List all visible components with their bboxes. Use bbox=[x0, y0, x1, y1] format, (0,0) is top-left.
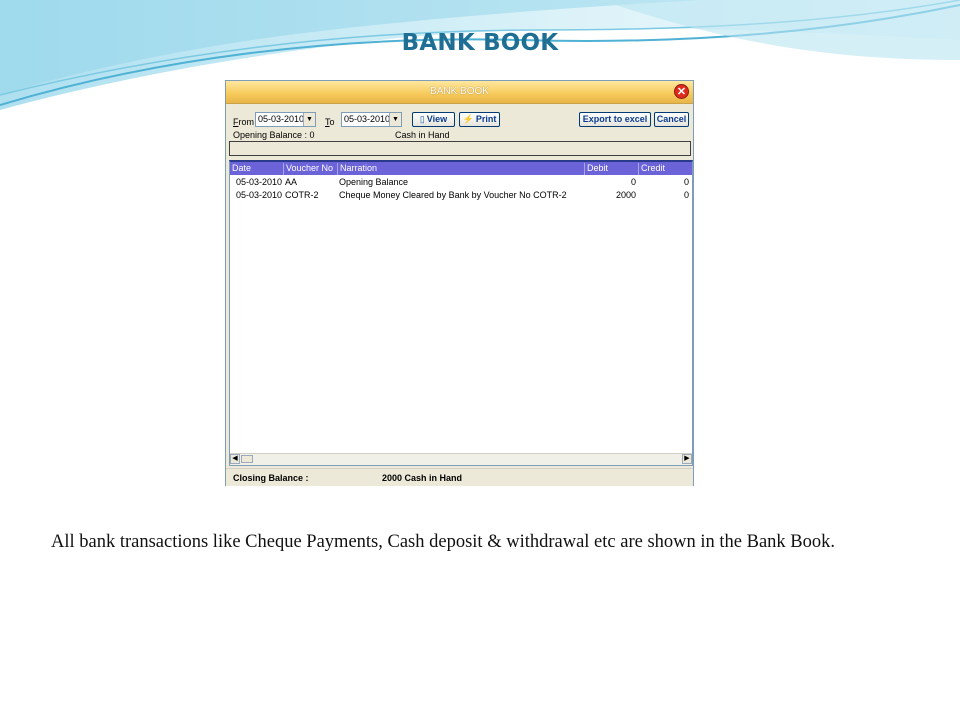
from-date-value: 05-03-2010 bbox=[258, 114, 305, 124]
cell-date: 05-03-2010 bbox=[236, 190, 283, 200]
cell-voucher: COTR-2 bbox=[285, 190, 319, 200]
chevron-down-icon[interactable]: ▼ bbox=[303, 113, 315, 126]
table-row[interactable]: 05-03-2010 COTR-2 Cheque Money Cleared b… bbox=[230, 189, 692, 202]
closing-balance-value: 2000 Cash in Hand bbox=[382, 473, 463, 483]
toolbar: From 05-03-2010 ▼ To 05-03-2010 ▼ ▯ View … bbox=[226, 103, 693, 143]
column-header-date[interactable]: Date bbox=[230, 163, 284, 175]
cash-in-hand-label: Cash in Hand bbox=[395, 130, 450, 140]
bank-book-window: BANK BOOK ✕ From 05-03-2010 ▼ To 05-03-2… bbox=[225, 80, 694, 486]
chevron-down-icon[interactable]: ▼ bbox=[389, 113, 401, 126]
cell-voucher: AA bbox=[285, 177, 298, 187]
to-label: To bbox=[325, 117, 335, 127]
opening-balance-label: Opening Balance : 0 bbox=[233, 130, 315, 140]
window-titlebar[interactable]: BANK BOOK ✕ bbox=[226, 81, 693, 104]
cell-narration: Opening Balance bbox=[339, 177, 409, 187]
status-bar: Closing Balance : 2000 Cash in Hand bbox=[226, 468, 693, 486]
print-button[interactable]: ⚡ Print bbox=[459, 112, 500, 127]
column-header-voucher-no[interactable]: Voucher No bbox=[284, 163, 338, 175]
close-icon[interactable]: ✕ bbox=[674, 84, 689, 99]
closing-balance-label: Closing Balance : bbox=[233, 473, 309, 483]
scroll-left-icon[interactable]: ◀ bbox=[230, 454, 240, 464]
horizontal-scrollbar[interactable]: ◀ ▶ bbox=[230, 453, 692, 465]
grid-header: Date Voucher No Narration Debit Credit bbox=[230, 162, 692, 175]
cell-narration: Cheque Money Cleared by Bank by Voucher … bbox=[339, 190, 567, 200]
column-header-credit[interactable]: Credit bbox=[639, 163, 692, 175]
transactions-grid[interactable]: Date Voucher No Narration Debit Credit 0… bbox=[229, 160, 693, 466]
from-label: From bbox=[233, 117, 254, 127]
cell-credit: 0 bbox=[683, 177, 689, 187]
scrollbar-thumb[interactable] bbox=[241, 455, 253, 463]
cell-debit: 0 bbox=[630, 177, 636, 187]
cell-date: 05-03-2010 bbox=[236, 177, 283, 187]
column-header-debit[interactable]: Debit bbox=[585, 163, 639, 175]
slide-title: BANK BOOK bbox=[401, 30, 559, 56]
view-button[interactable]: ▯ View bbox=[412, 112, 455, 127]
column-header-narration[interactable]: Narration bbox=[338, 163, 585, 175]
to-date-select[interactable]: 05-03-2010 ▼ bbox=[341, 112, 402, 127]
table-row[interactable]: 05-03-2010 AA Opening Balance 0 0 bbox=[230, 176, 692, 189]
window-title: BANK BOOK bbox=[430, 86, 489, 97]
scroll-right-icon[interactable]: ▶ bbox=[682, 454, 692, 464]
to-date-value: 05-03-2010 bbox=[344, 114, 391, 124]
cell-credit: 0 bbox=[683, 190, 689, 200]
print-icon: ⚡ bbox=[462, 114, 474, 124]
info-bar bbox=[229, 141, 691, 156]
slide-caption: All bank transactions like Cheque Paymen… bbox=[50, 532, 836, 552]
from-date-select[interactable]: 05-03-2010 ▼ bbox=[255, 112, 316, 127]
cell-debit: 2000 bbox=[615, 190, 636, 200]
cancel-button[interactable]: Cancel bbox=[654, 112, 689, 127]
document-icon: ▯ bbox=[419, 114, 425, 124]
export-to-excel-button[interactable]: Export to excel bbox=[579, 112, 651, 127]
